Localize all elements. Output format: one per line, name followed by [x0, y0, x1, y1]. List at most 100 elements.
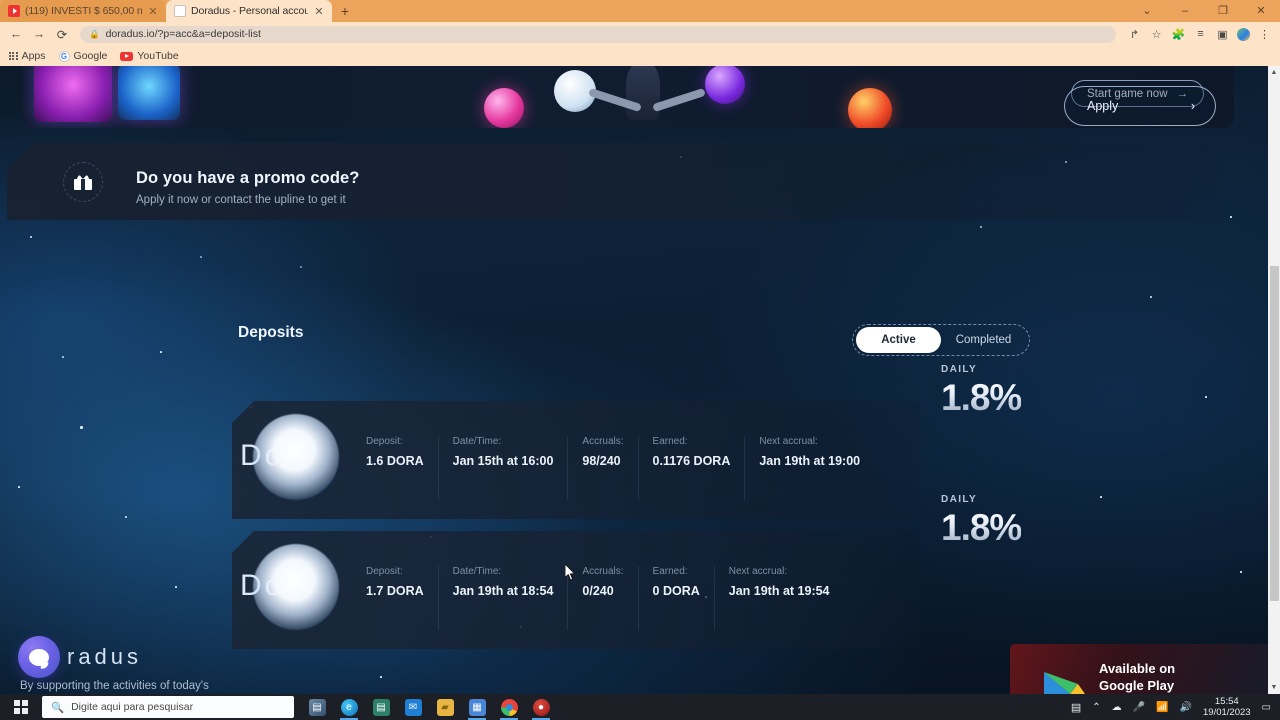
app-icon[interactable]: ● [526, 694, 556, 720]
field-value: 0.1176 DORA [652, 454, 731, 468]
back-button[interactable]: ← [8, 27, 24, 41]
taskbar-search-input[interactable]: 🔍 Digite aqui para pesquisar [42, 696, 294, 718]
bookmark-star-icon[interactable]: ☆ [1149, 28, 1164, 41]
browser-tab-strip: (119) INVESTI $ 650,00 na DORA ✕ Doradus… [0, 0, 1280, 22]
taskbar-clock[interactable]: 15:54 19/01/2023 [1203, 696, 1251, 718]
page-title: Deposits [238, 324, 304, 341]
chat-widget-button[interactable] [18, 636, 60, 678]
promo-code-banner: Do you have a promo code? Apply it now o… [7, 143, 1222, 220]
field-accruals: Accruals: 98/240 [582, 436, 639, 500]
edge-icon[interactable]: e [334, 694, 364, 720]
tab-active-deposits[interactable]: Active [856, 327, 941, 353]
browser-tab-doradus[interactable]: Doradus - Personal account ✕ [166, 0, 332, 22]
game-card-blue [118, 66, 180, 120]
field-label: Earned: [652, 436, 688, 447]
search-placeholder: Digite aqui para pesquisar [71, 701, 194, 713]
new-tab-button[interactable]: + [332, 0, 358, 22]
news-icon[interactable]: ▤ [1071, 701, 1081, 714]
lock-icon: 🔒 [89, 28, 100, 39]
field-label: Next accrual: [759, 436, 818, 447]
field-label: Next accrual: [728, 566, 788, 577]
address-bar[interactable]: 🔒 doradus.io/?p=acc&a=deposit-list [80, 25, 1116, 43]
bookmark-google[interactable]: G Google [58, 50, 108, 62]
chrome-icon[interactable] [494, 694, 524, 720]
bookmark-label: Google [73, 50, 108, 62]
field-value: 1.7 DORA [366, 584, 424, 598]
windows-taskbar: 🔍 Digite aqui para pesquisar ▤ e ▤ ✉ ▰ ▦ [0, 694, 1280, 720]
profile-avatar[interactable] [1237, 27, 1250, 41]
page-viewport: Start game now → Do you have a promo cod… [0, 66, 1280, 694]
reload-button[interactable]: ⟳ [54, 27, 70, 42]
youtube-icon [120, 51, 134, 61]
apply-promo-button[interactable]: Apply › [1064, 86, 1216, 126]
speaker-icon[interactable]: 🔊 [1180, 702, 1192, 713]
clock-date: 19/01/2023 [1203, 707, 1251, 718]
field-datetime: Date/Time: Jan 15th at 16:00 [453, 436, 569, 500]
share-icon[interactable]: ↱ [1127, 28, 1142, 41]
browser-toolbar: ← → ⟳ 🔒 doradus.io/?p=acc&a=deposit-list… [0, 22, 1280, 46]
cloud-icon[interactable]: ☁ [1112, 702, 1122, 713]
edge-glyph: e [340, 698, 358, 716]
url-text: doradus.io/?p=acc&a=deposit-list [105, 28, 261, 40]
taskbar-apps: ▤ e ▤ ✉ ▰ ▦ ● [302, 694, 556, 720]
game-banner-art [22, 66, 1234, 128]
tab-close-icon[interactable]: ✕ [313, 5, 325, 18]
store-icon[interactable]: ▤ [366, 694, 396, 720]
reading-list-icon[interactable]: ≡ [1193, 28, 1208, 40]
notification-icon[interactable]: ▭ [1262, 702, 1271, 713]
chevron-up-icon[interactable]: ⌃ [1092, 702, 1100, 713]
game-card-purple [34, 66, 112, 122]
game-banner: Start game now → [22, 66, 1234, 128]
deposits-filter-toggle: Active Completed [852, 324, 1030, 356]
promo-title: Do you have a promo code? [136, 169, 360, 187]
deposit-fields: Deposit: 1.7 DORA Date/Time: Jan 19th at… [366, 566, 858, 630]
chevron-right-icon: › [1190, 99, 1195, 113]
clock-time: 15:54 [1214, 696, 1239, 707]
scroll-up-arrow[interactable]: ▲ [1268, 66, 1280, 79]
field-value: Jan 19th at 19:54 [728, 584, 830, 598]
file-explorer-icon[interactable]: ▰ [430, 694, 460, 720]
scrollbar-thumb[interactable] [1270, 266, 1279, 601]
page-scrollbar[interactable]: ▲ ▼ [1268, 66, 1280, 694]
bookmarks-bar: Apps G Google YouTube [0, 46, 1280, 66]
minimize-button[interactable]: – [1166, 0, 1204, 22]
field-label: Accruals: [582, 436, 624, 447]
tab-close-icon[interactable]: ✕ [147, 5, 159, 18]
scroll-down-arrow[interactable]: ▼ [1268, 681, 1280, 694]
tab-search-icon[interactable]: ⌄ [1128, 0, 1166, 22]
windows-start-icon[interactable] [0, 694, 42, 720]
field-label: Accruals: [582, 566, 624, 577]
doradus-page: Start game now → Do you have a promo cod… [0, 66, 1268, 694]
field-value: 98/240 [582, 454, 621, 468]
daily-rate-badge: DAILY 1.8% [941, 494, 1022, 549]
mail-icon[interactable]: ✉ [398, 694, 428, 720]
footer-tagline: By supporting the activities of today's [20, 680, 209, 692]
field-label: Deposit: [366, 436, 403, 447]
daily-label: DAILY [941, 494, 978, 505]
excel-icon[interactable]: ▦ [462, 694, 492, 720]
side-panel-icon[interactable]: ▣ [1215, 28, 1230, 41]
maximize-button[interactable]: ❐ [1204, 0, 1242, 22]
field-earned: Earned: 0 DORA [653, 566, 715, 630]
apply-button-label: Apply [1087, 99, 1119, 113]
bookmark-youtube[interactable]: YouTube [120, 50, 179, 62]
forward-button[interactable]: → [31, 27, 47, 41]
wifi-icon[interactable]: 📶 [1156, 702, 1168, 713]
bookmark-label: Apps [21, 50, 46, 62]
field-label: Earned: [652, 566, 688, 577]
tab-title: (119) INVESTI $ 650,00 na DORA [25, 5, 142, 17]
excel-glyph: ▦ [468, 698, 486, 716]
deposit-glow-orb [253, 544, 339, 630]
microphone-icon[interactable]: 🎤 [1133, 702, 1145, 713]
close-window-button[interactable]: ✕ [1242, 0, 1280, 22]
browser-menu-icon[interactable]: ⋮ [1257, 28, 1272, 41]
google-icon: G [58, 50, 70, 62]
bookmark-apps[interactable]: Apps [9, 50, 46, 62]
promo-subtitle: Apply it now or contact the upline to ge… [136, 194, 346, 206]
browser-tab-youtube[interactable]: (119) INVESTI $ 650,00 na DORA ✕ [0, 0, 166, 22]
search-icon: 🔍 [51, 701, 65, 714]
extensions-icon[interactable]: 🧩 [1171, 28, 1186, 41]
store-glyph: ▤ [372, 698, 390, 716]
tab-completed-deposits[interactable]: Completed [941, 327, 1026, 353]
task-view-icon[interactable]: ▤ [302, 694, 332, 720]
